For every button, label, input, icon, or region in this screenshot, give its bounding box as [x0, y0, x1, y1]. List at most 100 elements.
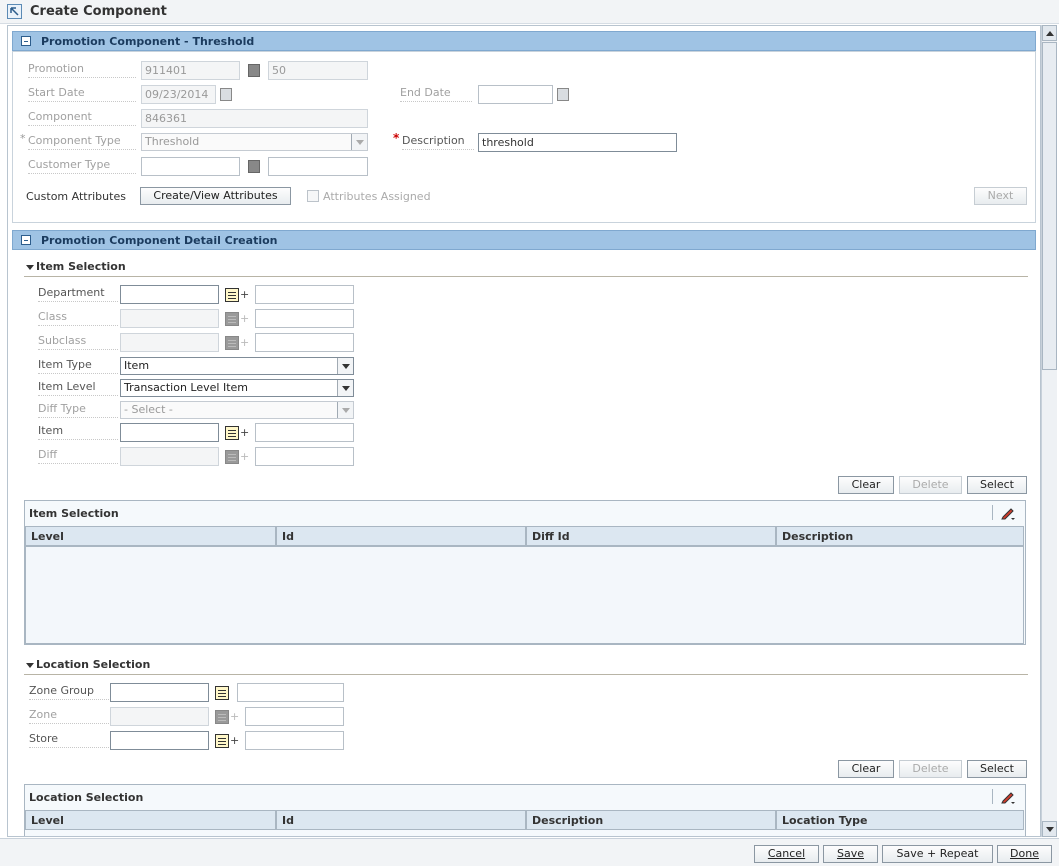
item-desc-field[interactable] — [255, 423, 354, 442]
chevron-down-icon[interactable] — [337, 380, 353, 396]
calendar-icon[interactable] — [557, 88, 569, 101]
class-desc-field[interactable] — [255, 309, 354, 328]
custom-attributes-label: Custom Attributes — [26, 190, 126, 203]
item-clear-button[interactable]: Clear — [838, 476, 894, 494]
required-star: * — [20, 132, 26, 145]
chevron-down-icon[interactable] — [351, 134, 367, 150]
chevron-down-icon[interactable] — [337, 402, 353, 418]
column-header-diff-id[interactable]: Diff Id — [526, 526, 776, 546]
divider — [24, 276, 1028, 277]
item-type-select[interactable]: Item — [120, 357, 354, 375]
scroll-down-button[interactable] — [1042, 821, 1057, 837]
plus-icon: + — [240, 312, 250, 325]
plus-icon[interactable]: + — [230, 734, 239, 747]
zone-field[interactable] — [110, 707, 209, 726]
diff-desc-field[interactable] — [255, 447, 354, 466]
column-header-level[interactable]: Level — [25, 526, 276, 546]
calendar-icon[interactable] — [220, 88, 232, 101]
save-repeat-button[interactable]: Save + Repeat — [882, 845, 993, 863]
item-level-value: Transaction Level Item — [124, 381, 248, 394]
arrow-up-left-icon[interactable] — [7, 4, 22, 19]
start-date-field[interactable] — [141, 85, 216, 104]
end-date-field[interactable] — [478, 85, 553, 104]
store-desc-field[interactable] — [245, 731, 344, 750]
scroll-up-button[interactable] — [1042, 25, 1057, 41]
create-view-attributes-button[interactable]: Create/View Attributes — [140, 187, 291, 205]
list-lookup-icon — [225, 336, 239, 350]
component-type-select[interactable]: Threshold — [141, 133, 368, 151]
location-select-button[interactable]: Select — [967, 760, 1027, 778]
main-content: Promotion Component - Threshold Promotio… — [7, 25, 1041, 837]
pencil-edit-icon[interactable] — [1000, 504, 1016, 520]
divider — [992, 789, 993, 804]
location-delete-button[interactable]: Delete — [899, 760, 962, 778]
start-date-label: Start Date — [28, 86, 136, 102]
expand-triangle-icon[interactable] — [26, 663, 34, 668]
plus-icon: + — [230, 710, 240, 723]
zone-group-field[interactable] — [110, 683, 209, 702]
store-field[interactable] — [110, 731, 209, 750]
component-type-label: Component Type — [28, 134, 136, 150]
promotion-number-field[interactable] — [268, 61, 368, 80]
zone-group-desc-field[interactable] — [237, 683, 344, 702]
plus-icon: + — [240, 336, 250, 349]
expand-triangle-icon[interactable] — [26, 265, 34, 270]
diff-field[interactable] — [120, 447, 219, 466]
item-field[interactable] — [120, 423, 219, 442]
department-field[interactable] — [120, 285, 219, 304]
promo-section-title: Promotion Component - Threshold — [41, 35, 255, 48]
promo-section-header[interactable]: Promotion Component - Threshold — [12, 31, 1036, 51]
customer-type-desc-field[interactable] — [268, 157, 368, 176]
list-lookup-icon[interactable] — [225, 288, 239, 302]
item-level-select[interactable]: Transaction Level Item — [120, 379, 354, 397]
customer-type-code-field[interactable] — [141, 157, 240, 176]
column-header-id[interactable]: Id — [276, 810, 526, 830]
item-label: Item — [38, 424, 118, 440]
zone-desc-field[interactable] — [245, 707, 344, 726]
column-header-id[interactable]: Id — [276, 526, 526, 546]
collapse-icon[interactable] — [21, 235, 31, 245]
item-table-body — [25, 546, 1024, 644]
pencil-edit-icon[interactable] — [1000, 788, 1016, 804]
diff-type-select[interactable]: - Select - — [120, 401, 354, 419]
list-lookup-icon[interactable] — [215, 686, 229, 700]
chevron-down-icon[interactable] — [337, 358, 353, 374]
component-id-field[interactable] — [141, 109, 368, 128]
item-select-button[interactable]: Select — [967, 476, 1027, 494]
item-delete-button[interactable]: Delete — [899, 476, 962, 494]
location-clear-button[interactable]: Clear — [838, 760, 894, 778]
list-lookup-icon[interactable] — [215, 734, 229, 748]
column-header-description[interactable]: Description — [526, 810, 776, 830]
component-type-value: Threshold — [145, 135, 200, 148]
subclass-field[interactable] — [120, 333, 219, 352]
zone-group-label: Zone Group — [29, 684, 109, 700]
description-field[interactable] — [478, 133, 677, 152]
class-label: Class — [38, 310, 118, 326]
collapse-icon[interactable] — [21, 36, 31, 46]
column-header-description[interactable]: Description — [776, 526, 1024, 546]
calculator-icon[interactable] — [248, 160, 260, 173]
plus-icon[interactable]: + — [240, 288, 249, 301]
class-field[interactable] — [120, 309, 219, 328]
column-header-location-type[interactable]: Location Type — [776, 810, 1024, 830]
department-desc-field[interactable] — [255, 285, 354, 304]
attributes-assigned-checkbox[interactable] — [307, 190, 319, 202]
done-button[interactable]: Done — [997, 845, 1052, 863]
detail-section-header[interactable]: Promotion Component Detail Creation — [12, 230, 1036, 250]
next-button[interactable]: Next — [974, 187, 1027, 205]
list-lookup-icon[interactable] — [225, 426, 239, 440]
description-label: Description — [402, 134, 474, 150]
subclass-desc-field[interactable] — [255, 333, 354, 352]
store-label: Store — [29, 732, 109, 748]
promotion-id-field[interactable] — [141, 61, 240, 80]
customer-type-label: Customer Type — [28, 158, 136, 174]
diff-type-value: - Select - — [124, 403, 173, 416]
window-title: Create Component — [30, 4, 167, 19]
plus-icon[interactable]: + — [240, 426, 249, 439]
save-button[interactable]: Save — [823, 845, 878, 863]
scroll-thumb[interactable] — [1042, 42, 1057, 370]
item-table-title: Item Selection — [29, 507, 119, 520]
cancel-button[interactable]: Cancel — [754, 845, 819, 863]
column-header-level[interactable]: Level — [25, 810, 276, 830]
detail-section-title: Promotion Component Detail Creation — [41, 234, 278, 247]
